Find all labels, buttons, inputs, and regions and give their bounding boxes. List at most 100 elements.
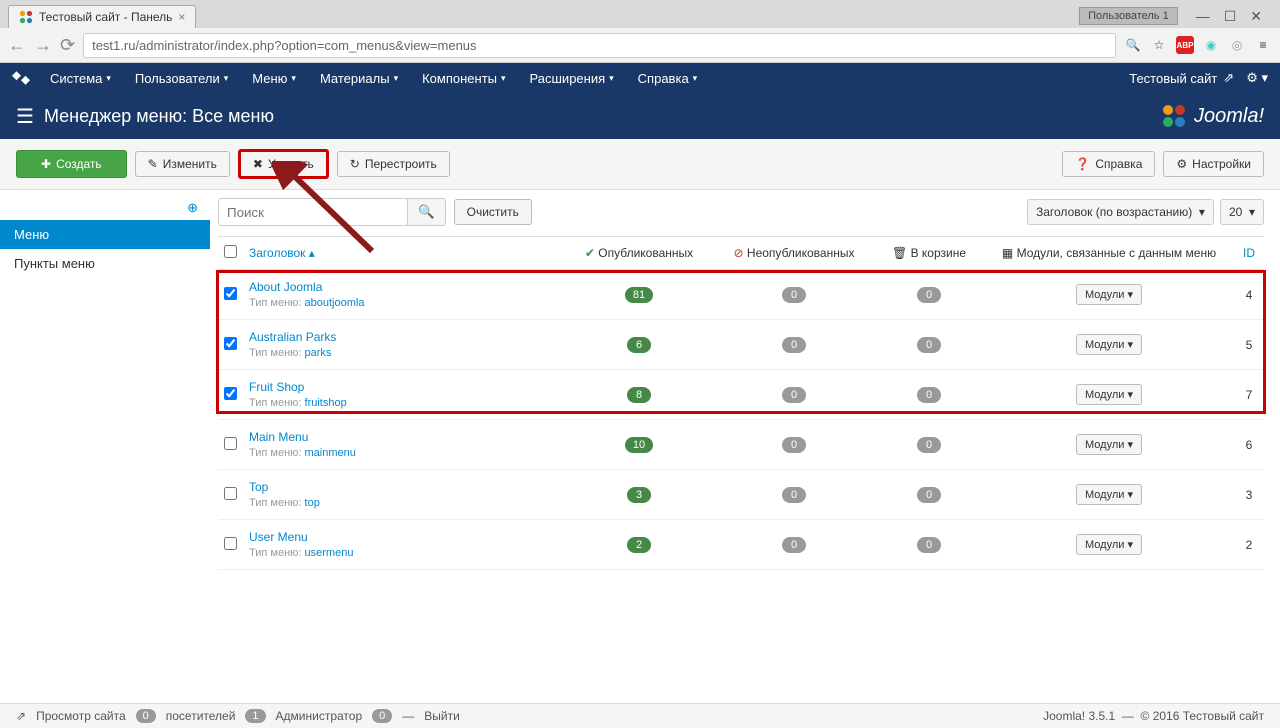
unpublished-badge[interactable]: 0 (782, 437, 806, 453)
nav-content[interactable]: Материалы ▾ (310, 65, 408, 92)
row-type-link[interactable]: usermenu (305, 547, 354, 559)
published-badge[interactable]: 81 (625, 287, 653, 303)
row-id: 2 (1234, 520, 1264, 570)
nav-menu[interactable]: Меню ▾ (242, 65, 306, 92)
published-badge[interactable]: 6 (627, 337, 651, 353)
nav-components[interactable]: Компоненты ▾ (412, 65, 515, 92)
close-window-icon[interactable]: ✕ (1250, 8, 1262, 25)
search-input[interactable] (218, 198, 408, 226)
row-type-link[interactable]: parks (305, 347, 332, 359)
extension2-icon[interactable]: ◎ (1228, 36, 1246, 54)
url-field[interactable]: test1.ru/administrator/index.php?option=… (83, 33, 1116, 58)
navbar-menu: Система ▾ Пользователи ▾ Меню ▾ Материал… (40, 65, 707, 92)
unpublished-badge[interactable]: 0 (782, 337, 806, 353)
delete-button[interactable]: ✖ Удалить (238, 149, 329, 179)
gear-icon[interactable]: ⚙ ▾ (1246, 70, 1268, 86)
options-button[interactable]: ⚙ Настройки (1163, 151, 1264, 177)
modules-button[interactable]: Модули ▾ (1076, 534, 1142, 555)
page-title: Менеджер меню: Все меню (44, 106, 274, 127)
modules-button[interactable]: Модули ▾ (1076, 434, 1142, 455)
nav-system[interactable]: Система ▾ (40, 65, 121, 92)
url-text: test1.ru/administrator/index.php?option=… (92, 38, 476, 53)
row-type-link[interactable]: aboutjoomla (305, 297, 365, 309)
modules-button[interactable]: Модули ▾ (1076, 484, 1142, 505)
menu-icon[interactable]: ≡ (1254, 36, 1272, 54)
sidebar-collapse-icon[interactable]: ⊕ (0, 196, 210, 220)
trashed-badge[interactable]: 0 (917, 387, 941, 403)
minimize-icon[interactable]: — (1196, 8, 1210, 25)
row-type-link[interactable]: fruitshop (305, 397, 347, 409)
trashed-badge[interactable]: 0 (917, 337, 941, 353)
check-all[interactable] (224, 245, 237, 258)
published-badge[interactable]: 3 (627, 487, 651, 503)
sidebar-item[interactable]: Пункты меню (0, 249, 210, 278)
unpublished-badge[interactable]: 0 (782, 287, 806, 303)
unpublished-badge[interactable]: 0 (782, 487, 806, 503)
row-id: 4 (1234, 270, 1264, 320)
extension1-icon[interactable]: ◉ (1202, 36, 1220, 54)
nav-extensions[interactable]: Расширения ▾ (520, 65, 624, 92)
joomla-logo-icon[interactable] (12, 69, 30, 87)
site-link[interactable]: Тестовый сайт ⇗ (1129, 70, 1234, 86)
row-title[interactable]: Top (249, 480, 558, 494)
row-type-link[interactable]: top (305, 497, 320, 509)
row-checkbox[interactable] (224, 437, 237, 450)
nav-users[interactable]: Пользователи ▾ (125, 65, 238, 92)
user-badge[interactable]: Пользователь 1 (1079, 7, 1178, 25)
published-badge[interactable]: 8 (627, 387, 651, 403)
row-checkbox[interactable] (224, 537, 237, 550)
modules-button[interactable]: Модули ▾ (1076, 334, 1142, 355)
unpublished-badge[interactable]: 0 (782, 387, 806, 403)
row-id: 6 (1234, 420, 1264, 470)
forward-icon[interactable]: → (34, 35, 52, 56)
row-title[interactable]: Fruit Shop (249, 380, 558, 394)
logout-link[interactable]: Выйти (424, 709, 460, 723)
nav-help[interactable]: Справка ▾ (628, 65, 708, 92)
row-title[interactable]: User Menu (249, 530, 558, 544)
edit-button[interactable]: ✎ Изменить (135, 151, 230, 177)
module-icon: ▦ (1002, 246, 1013, 260)
unpublished-badge[interactable]: 0 (782, 537, 806, 553)
search-button[interactable]: 🔍 (408, 198, 446, 226)
row-title[interactable]: About Joomla (249, 280, 558, 294)
col-id[interactable]: ID (1243, 246, 1255, 260)
row-subtitle: Тип меню: usermenu (249, 547, 558, 559)
star-icon[interactable]: ☆ (1150, 36, 1168, 54)
limit-select[interactable]: 20 ▾ (1220, 199, 1264, 225)
row-checkbox[interactable] (224, 487, 237, 500)
filter-bar: 🔍 Очистить Заголовок (по возрастанию) ▾ … (218, 198, 1264, 226)
col-title[interactable]: Заголовок (249, 246, 305, 260)
table-row: TopТип меню: top300Модули ▾3 (218, 470, 1264, 520)
clear-button[interactable]: Очистить (454, 199, 532, 225)
row-title[interactable]: Australian Parks (249, 330, 558, 344)
preview-link[interactable]: Просмотр сайта (36, 709, 126, 723)
sort-select[interactable]: Заголовок (по возрастанию) ▾ (1027, 199, 1214, 225)
rebuild-button[interactable]: ↻ Перестроить (337, 151, 450, 177)
sidebar-item[interactable]: Меню (0, 220, 210, 249)
zoom-icon[interactable]: 🔍 (1124, 36, 1142, 54)
maximize-icon[interactable]: ☐ (1224, 8, 1237, 25)
row-checkbox[interactable] (224, 287, 237, 300)
row-id: 3 (1234, 470, 1264, 520)
row-checkbox[interactable] (224, 387, 237, 400)
close-tab-icon[interactable]: × (178, 10, 185, 24)
modules-button[interactable]: Модули ▾ (1076, 284, 1142, 305)
modules-button[interactable]: Модули ▾ (1076, 384, 1142, 405)
trashed-badge[interactable]: 0 (917, 437, 941, 453)
trashed-badge[interactable]: 0 (917, 487, 941, 503)
external-link-icon: ⇗ (16, 709, 26, 723)
help-button[interactable]: ❓ Справка (1062, 151, 1155, 177)
trashed-badge[interactable]: 0 (917, 287, 941, 303)
published-badge[interactable]: 2 (627, 537, 651, 553)
back-icon[interactable]: ← (8, 35, 26, 56)
browser-tab[interactable]: Тестовый сайт - Панель × (8, 5, 196, 28)
abp-icon[interactable]: ABP (1176, 36, 1194, 54)
published-badge[interactable]: 10 (625, 437, 653, 453)
create-button[interactable]: ✚ Создать (16, 150, 127, 178)
col-modules: Модули, связанные с данным меню (1017, 246, 1216, 260)
row-title[interactable]: Main Menu (249, 430, 558, 444)
trashed-badge[interactable]: 0 (917, 537, 941, 553)
row-type-link[interactable]: mainmenu (305, 447, 356, 459)
row-checkbox[interactable] (224, 337, 237, 350)
reload-icon[interactable]: ⟳ (60, 35, 75, 56)
